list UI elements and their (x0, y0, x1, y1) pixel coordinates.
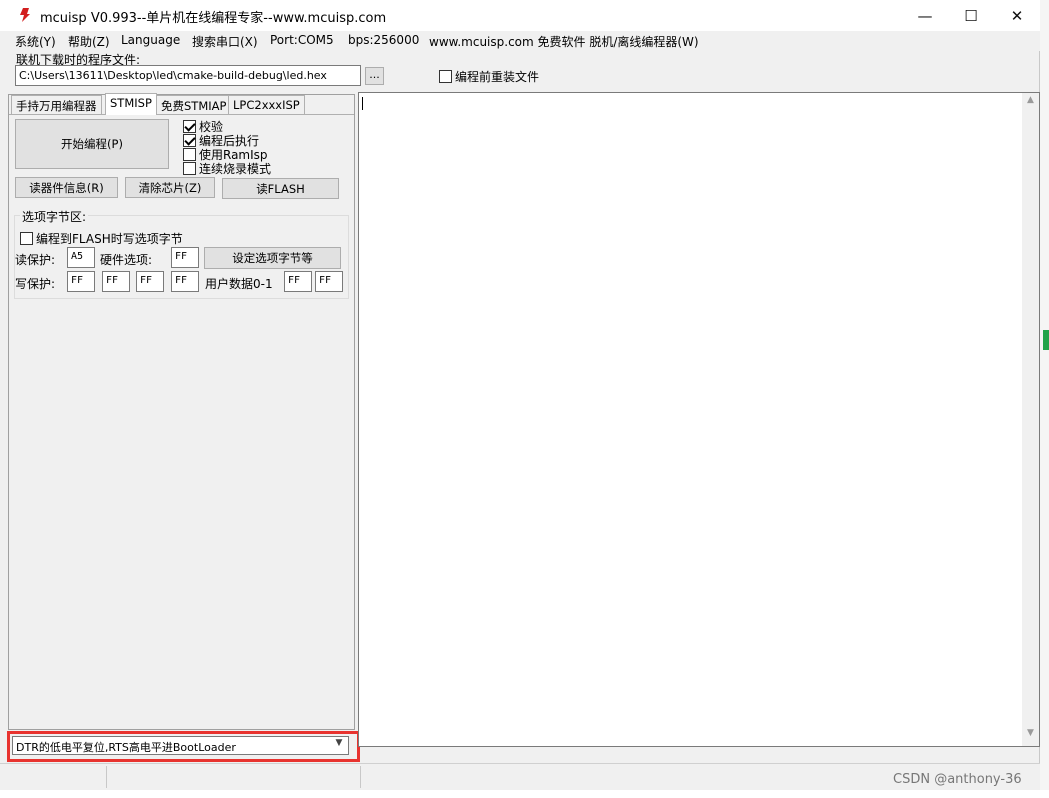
checkbox-box[interactable] (20, 232, 33, 245)
option-label: 连续烧录模式 (199, 162, 272, 176)
menu-search-port[interactable]: 搜索串口(X) (192, 33, 258, 50)
menu-language[interactable]: Language (121, 33, 180, 47)
write-protect-field-1[interactable]: FF (102, 271, 130, 292)
menu-offline-programmer[interactable]: www.mcuisp.com 免费软件 脱机/离线编程器(W) (429, 33, 699, 50)
scroll-up-icon[interactable]: ▲ (1022, 95, 1039, 111)
underlying-page-strip (0, 790, 1049, 798)
write-protect-field-3[interactable]: FF (171, 271, 199, 292)
option-bytes-title: 选项字节区: (20, 208, 89, 225)
text-cursor (362, 97, 363, 110)
checkbox-box[interactable] (439, 70, 452, 83)
close-button[interactable]: ✕ (994, 0, 1040, 31)
user-data-field-1[interactable]: FF (315, 271, 343, 292)
output-log-area[interactable] (358, 92, 1040, 747)
status-separator (106, 766, 107, 788)
read-device-info-button[interactable]: 读器件信息(R) (15, 177, 118, 198)
background-accent (1043, 330, 1049, 350)
watermark: CSDN @anthony-36 (893, 772, 1022, 787)
reload-label: 编程前重装文件 (455, 70, 540, 84)
read-protect-label: 读保护: (15, 253, 56, 267)
menu-bps[interactable]: bps:256000 (348, 33, 419, 47)
status-separator (360, 766, 361, 788)
user-data-field-0[interactable]: FF (284, 271, 312, 292)
minimize-button[interactable]: — (902, 0, 948, 31)
option-continuous-mode[interactable]: 连续烧录模式 (183, 160, 271, 177)
write-protect-field-2[interactable]: FF (136, 271, 164, 292)
status-bar (0, 763, 1040, 790)
background-strip (1040, 0, 1049, 798)
start-program-button[interactable]: 开始编程(P) (15, 119, 169, 169)
set-option-bytes-button[interactable]: 设定选项字节等 (204, 247, 341, 269)
main-window: mcuisp V0.993--单片机在线编程专家--www.mcuisp.com… (0, 0, 1040, 790)
checkbox-box[interactable] (183, 162, 196, 175)
scroll-down-icon[interactable]: ▼ (1022, 728, 1039, 744)
browse-button[interactable]: ... (365, 67, 384, 85)
write-protect-label: 写保护: (15, 277, 56, 291)
read-protect-field[interactable]: A5 (67, 247, 95, 268)
erase-chip-button[interactable]: 清除芯片(Z) (125, 177, 215, 198)
tab-free-stmiap[interactable]: 免费STMIAP (156, 95, 232, 114)
tab-handheld-programmer[interactable]: 手持万用编程器 (11, 95, 102, 114)
window-title: mcuisp V0.993--单片机在线编程专家--www.mcuisp.com (40, 11, 387, 26)
write-protect-field-0[interactable]: FF (67, 271, 95, 292)
title-bar: mcuisp V0.993--单片机在线编程专家--www.mcuisp.com (0, 0, 1040, 31)
reload-before-program-checkbox[interactable]: 编程前重装文件 (439, 68, 539, 85)
menu-port[interactable]: Port:COM5 (270, 33, 334, 47)
write-option-bytes-checkbox[interactable]: 编程到FLASH时写选项字节 (20, 230, 183, 247)
menu-system[interactable]: 系统(Y) (15, 33, 56, 50)
tab-stmisp[interactable]: STMISP (105, 93, 157, 115)
user-data-label: 用户数据0-1 (205, 277, 273, 291)
menu-help[interactable]: 帮助(Z) (68, 33, 110, 50)
hw-option-label: 硬件选项: (100, 253, 153, 267)
read-flash-button[interactable]: 读FLASH (222, 178, 339, 199)
hw-option-field[interactable]: FF (171, 247, 199, 268)
write-option-bytes-label: 编程到FLASH时写选项字节 (36, 232, 183, 246)
vertical-scrollbar[interactable] (1022, 93, 1039, 746)
highlight-outline (7, 731, 360, 762)
file-path-input[interactable] (15, 65, 361, 86)
tab-lpc2xxxisp[interactable]: LPC2xxxISP (228, 95, 305, 114)
app-logo-icon (20, 8, 30, 22)
maximize-button[interactable]: ☐ (948, 0, 994, 31)
